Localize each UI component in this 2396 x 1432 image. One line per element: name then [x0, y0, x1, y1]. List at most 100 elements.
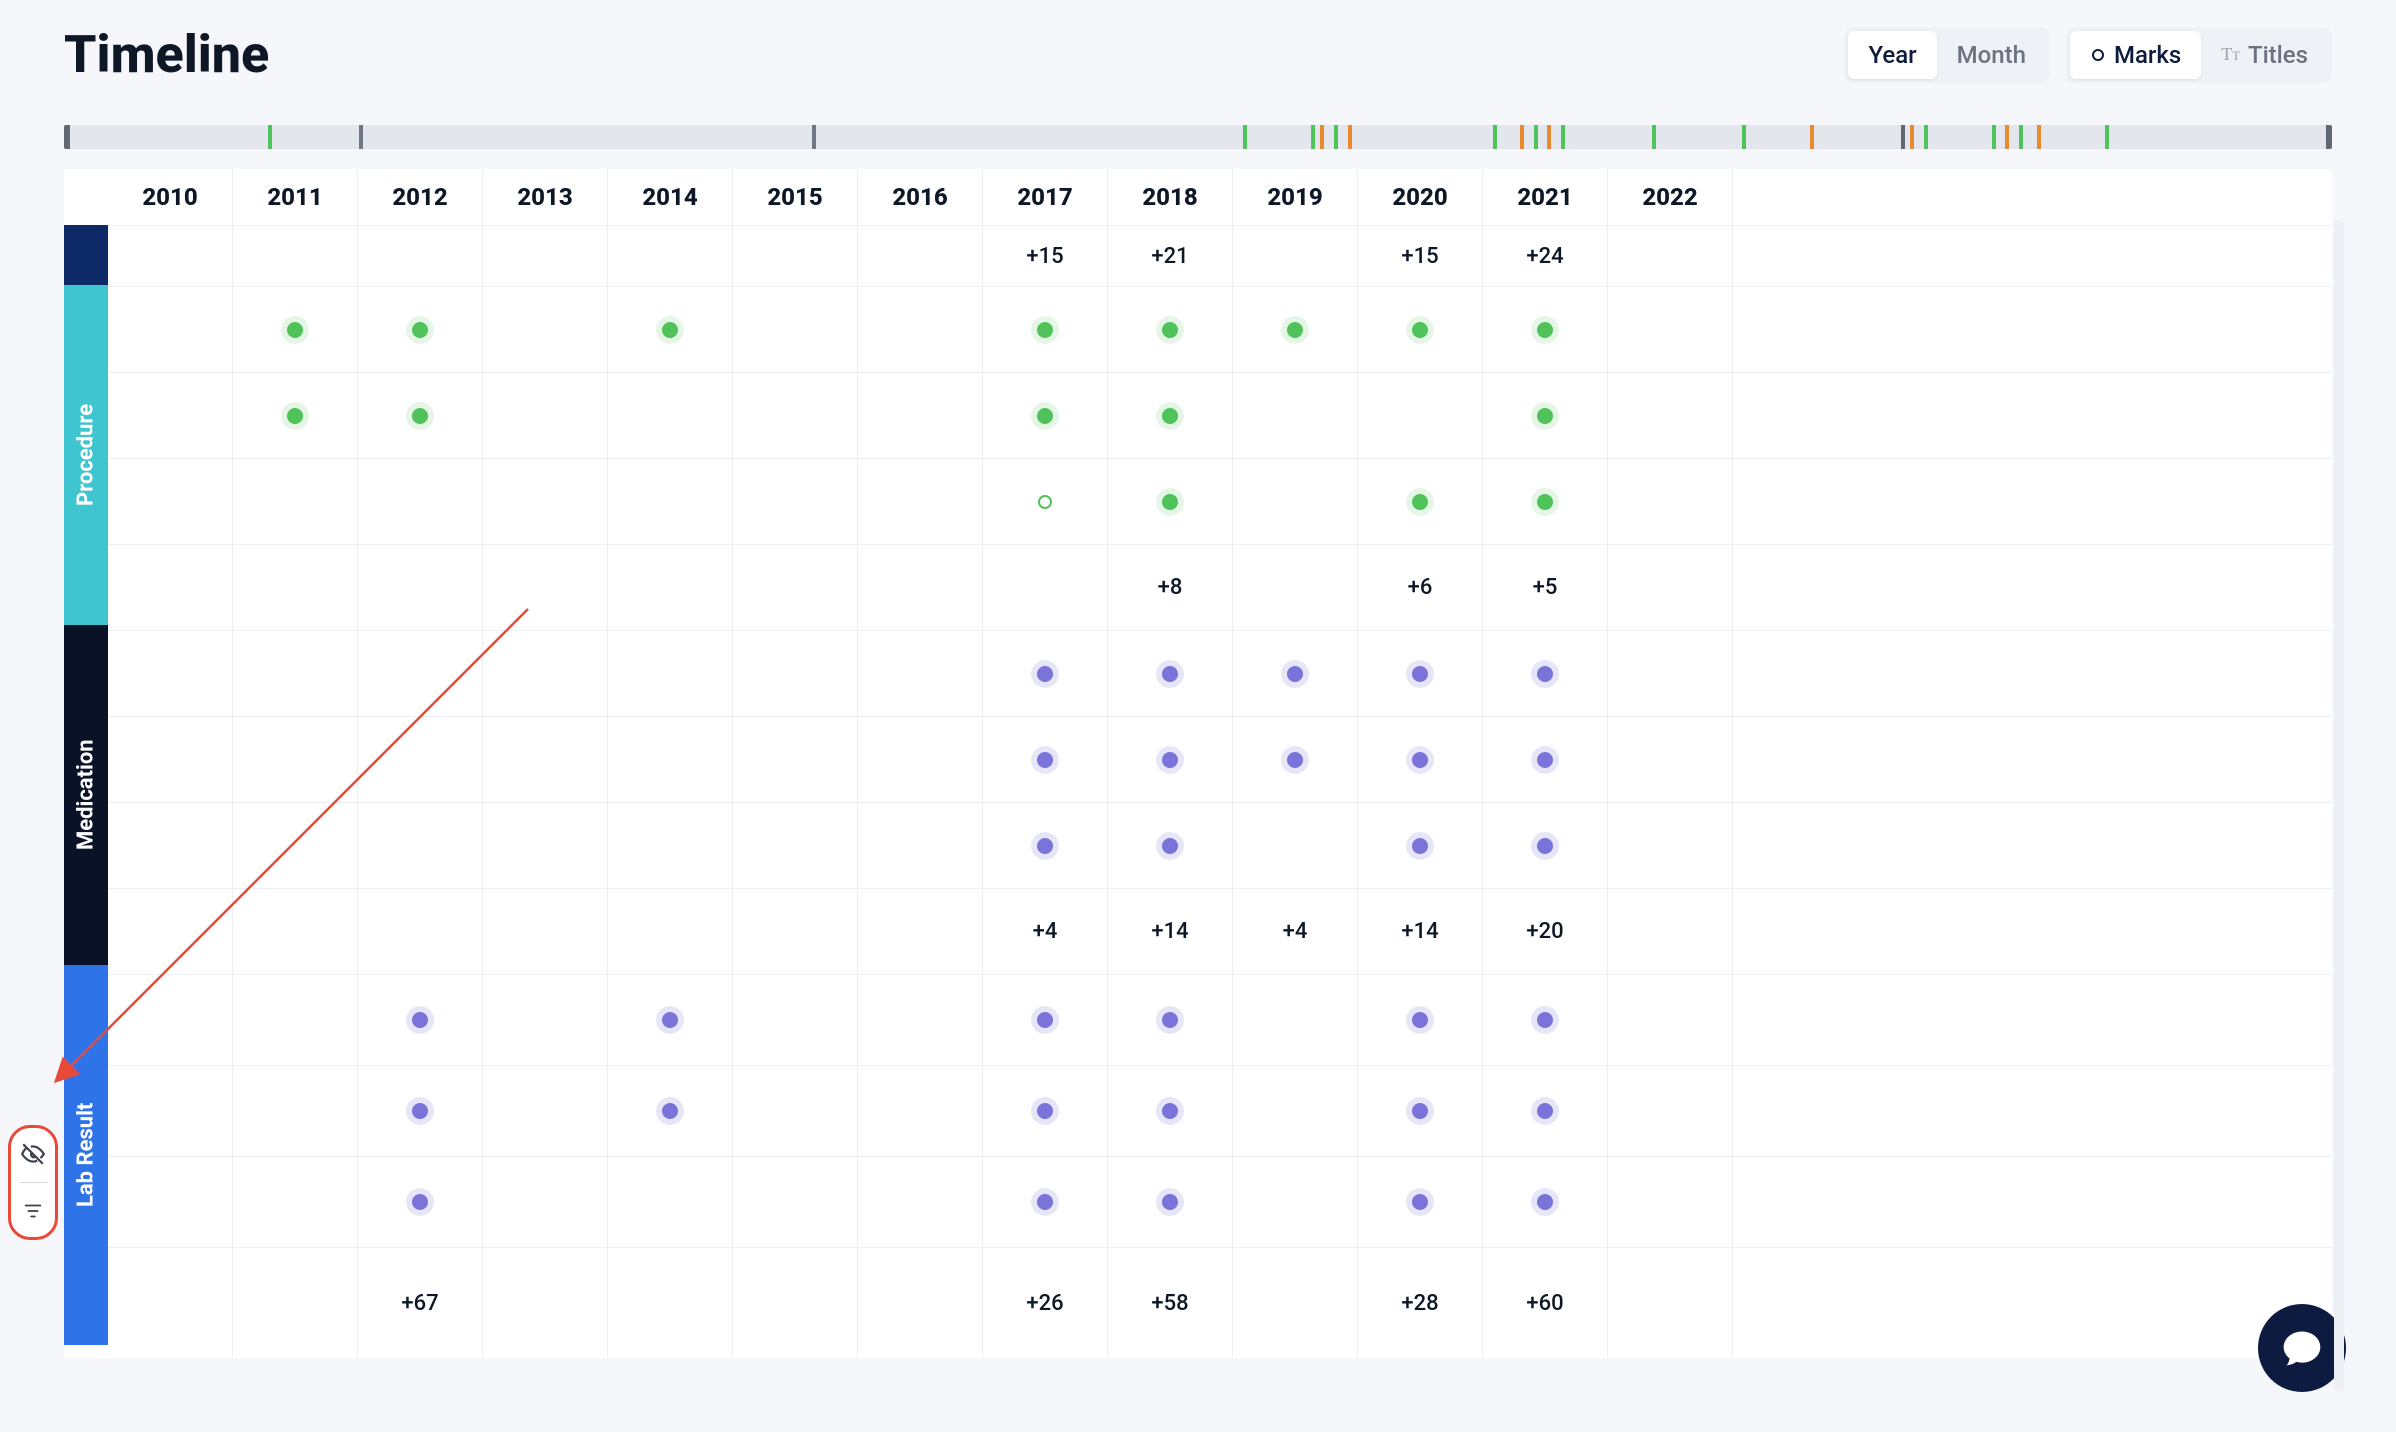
timeline-cell[interactable] [1608, 889, 1733, 974]
timeline-cell[interactable] [483, 803, 608, 888]
timeline-cell[interactable] [358, 287, 483, 372]
timeline-cell[interactable] [1233, 1157, 1358, 1247]
event-dot[interactable] [1412, 1103, 1428, 1119]
timeline-cell[interactable] [108, 803, 233, 888]
timeline-cell[interactable] [233, 545, 358, 630]
event-dot[interactable] [1537, 1103, 1553, 1119]
timeline-cell[interactable]: +26 [983, 1248, 1108, 1358]
timeline-cell[interactable] [483, 545, 608, 630]
event-dot[interactable] [1537, 494, 1553, 510]
timeline-cell[interactable] [858, 1157, 983, 1247]
timeline-cell[interactable] [1483, 717, 1608, 802]
timeline-cell[interactable] [983, 1066, 1108, 1156]
section-label-top[interactable] [64, 225, 108, 285]
timeline-cell[interactable] [1233, 631, 1358, 716]
timeline-cell[interactable] [983, 1157, 1108, 1247]
event-dot[interactable] [1537, 322, 1553, 338]
year-header[interactable]: 2018 [1108, 169, 1233, 225]
timeline-cell[interactable] [983, 373, 1108, 458]
timeline-cell[interactable] [858, 1066, 983, 1156]
event-dot[interactable] [1037, 838, 1053, 854]
timeline-cell[interactable] [733, 287, 858, 372]
event-dot[interactable] [1537, 408, 1553, 424]
event-dot[interactable] [1162, 752, 1178, 768]
event-dot[interactable] [1162, 1103, 1178, 1119]
timeline-cell[interactable]: +67 [358, 1248, 483, 1358]
vertical-scrollbar[interactable] [2334, 220, 2344, 1392]
year-header[interactable]: 2020 [1358, 169, 1483, 225]
display-marks-button[interactable]: Marks [2070, 31, 2201, 79]
event-dot[interactable] [412, 322, 428, 338]
event-dot[interactable] [1037, 1194, 1053, 1210]
timeline-cell[interactable] [358, 459, 483, 544]
timeline-cell[interactable] [358, 226, 483, 286]
timeline-cell[interactable] [983, 631, 1108, 716]
timeline-cell[interactable]: +5 [1483, 545, 1608, 630]
event-dot[interactable] [1537, 752, 1553, 768]
timeline-cell[interactable] [483, 459, 608, 544]
timeline-cell[interactable] [358, 889, 483, 974]
timeline-cell[interactable] [983, 803, 1108, 888]
timeline-cell[interactable] [1608, 803, 1733, 888]
filter-row-button[interactable] [15, 1193, 51, 1229]
event-dot[interactable] [1162, 408, 1178, 424]
timeline-cell[interactable] [1108, 287, 1233, 372]
timeline-cell[interactable] [1108, 631, 1233, 716]
timeline-cell[interactable] [483, 975, 608, 1065]
event-dot[interactable] [1037, 1012, 1053, 1028]
timeline-cell[interactable] [733, 1248, 858, 1358]
timeline-cell[interactable] [858, 1248, 983, 1358]
timeline-cell[interactable]: +6 [1358, 545, 1483, 630]
timeline-cell[interactable] [1108, 1066, 1233, 1156]
timeline-cell[interactable] [358, 803, 483, 888]
timeline-cell[interactable] [1233, 226, 1358, 286]
timeline-cell[interactable] [108, 1157, 233, 1247]
event-dot[interactable] [1412, 322, 1428, 338]
timeline-cell[interactable] [1608, 373, 1733, 458]
year-header[interactable]: 2013 [483, 169, 608, 225]
timeline-cell[interactable] [983, 717, 1108, 802]
timeline-cell[interactable] [1483, 631, 1608, 716]
timeline-cell[interactable] [1483, 459, 1608, 544]
timeline-cell[interactable] [858, 803, 983, 888]
timeline-cell[interactable] [983, 459, 1108, 544]
timeline-cell[interactable] [733, 1066, 858, 1156]
event-dot[interactable] [412, 408, 428, 424]
timeline-cell[interactable] [108, 287, 233, 372]
overview-start-handle[interactable] [64, 125, 70, 149]
timeline-cell[interactable] [1233, 1066, 1358, 1156]
timeline-cell[interactable] [733, 631, 858, 716]
timeline-cell[interactable] [1358, 459, 1483, 544]
timeline-cell[interactable] [483, 226, 608, 286]
timeline-cell[interactable]: +8 [1108, 545, 1233, 630]
timeline-cell[interactable] [233, 889, 358, 974]
timeline-cell[interactable] [858, 717, 983, 802]
timeline-cell[interactable] [1233, 803, 1358, 888]
timeline-cell[interactable] [733, 459, 858, 544]
timeline-cell[interactable] [983, 287, 1108, 372]
zoom-month-button[interactable]: Month [1937, 31, 2046, 79]
event-dot[interactable] [1162, 494, 1178, 510]
timeline-cell[interactable] [608, 373, 733, 458]
timeline-cell[interactable] [1358, 631, 1483, 716]
year-header[interactable]: 2019 [1233, 169, 1358, 225]
timeline-cell[interactable] [108, 631, 233, 716]
section-label-medication[interactable]: Medication [64, 625, 108, 965]
timeline-cell[interactable] [1358, 975, 1483, 1065]
overview-strip[interactable] [64, 125, 2332, 149]
year-header[interactable]: 2015 [733, 169, 858, 225]
event-dot[interactable] [1412, 666, 1428, 682]
event-dot[interactable] [287, 322, 303, 338]
timeline-cell[interactable] [1233, 975, 1358, 1065]
timeline-cell[interactable]: +28 [1358, 1248, 1483, 1358]
timeline-cell[interactable] [733, 803, 858, 888]
timeline-cell[interactable] [108, 459, 233, 544]
timeline-cell[interactable] [858, 545, 983, 630]
timeline-cell[interactable] [233, 287, 358, 372]
timeline-cell[interactable]: +15 [1358, 226, 1483, 286]
event-dot[interactable] [1162, 322, 1178, 338]
event-dot[interactable] [1162, 838, 1178, 854]
timeline-cell[interactable] [608, 631, 733, 716]
hide-row-button[interactable] [15, 1136, 51, 1172]
event-dot[interactable] [1537, 666, 1553, 682]
